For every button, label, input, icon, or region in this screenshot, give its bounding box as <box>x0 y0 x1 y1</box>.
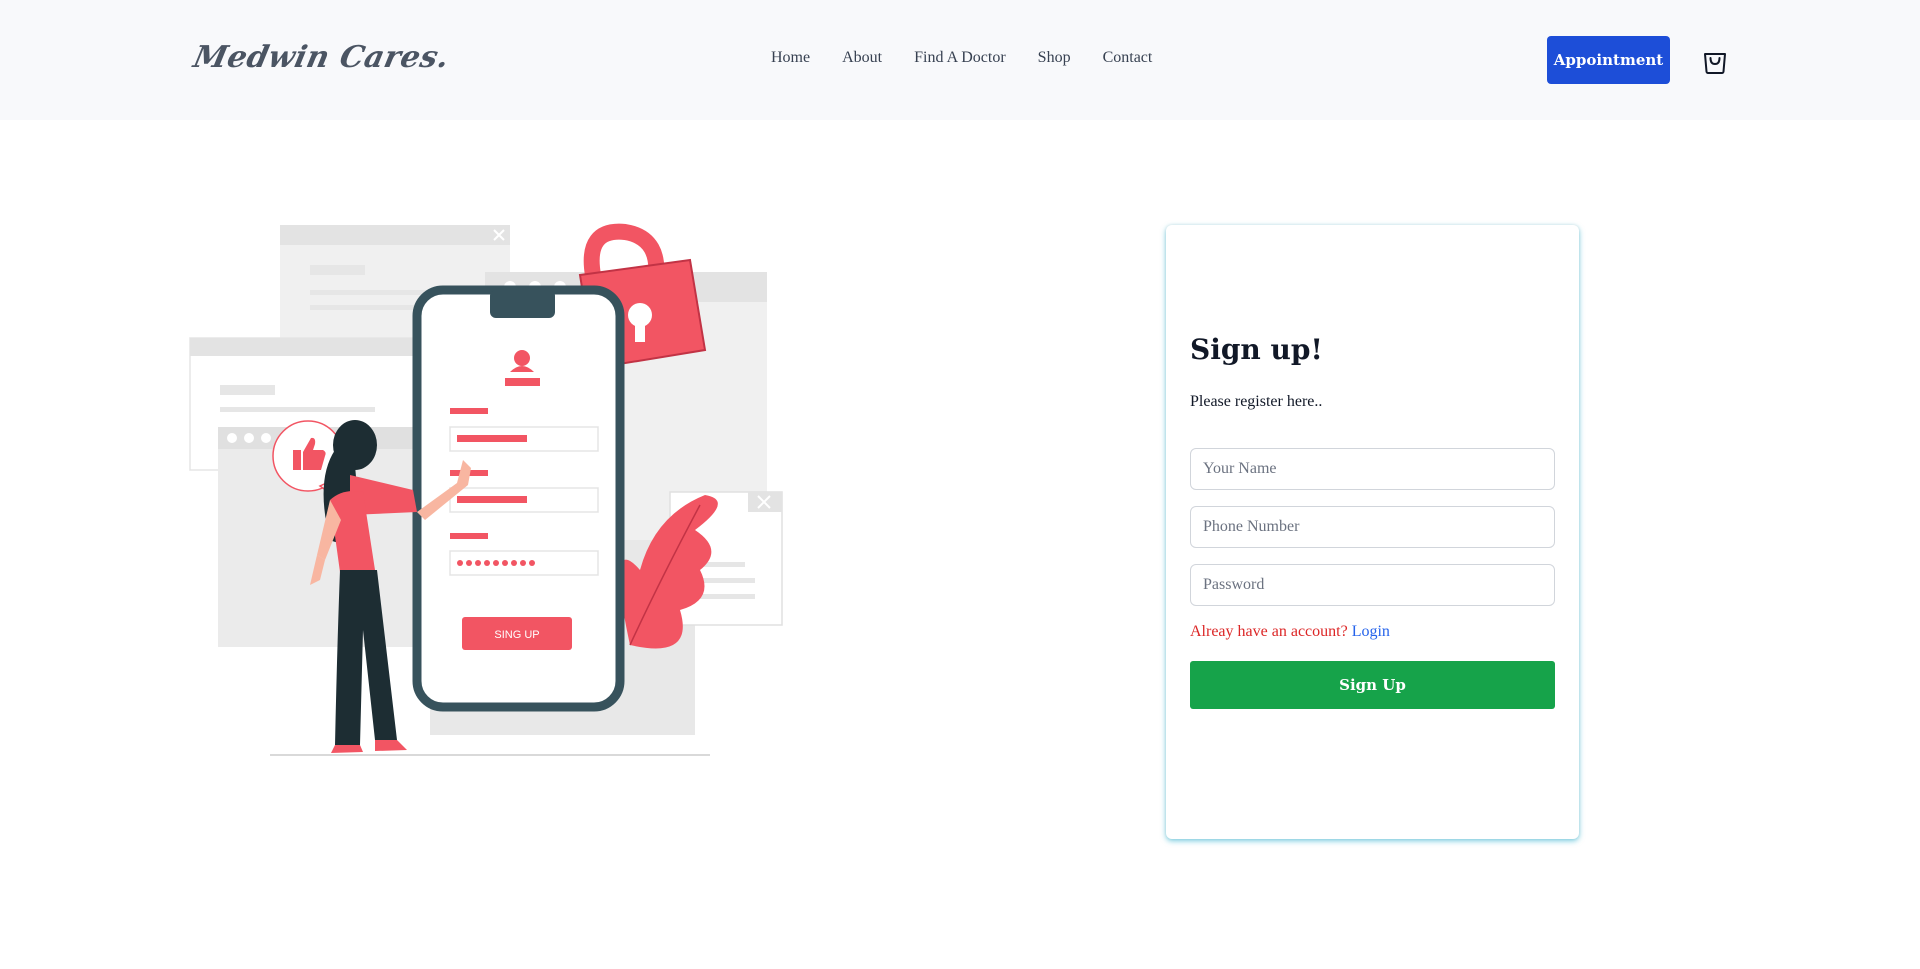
nav-link-find-a-doctor[interactable]: Find A Doctor <box>914 49 1006 67</box>
signup-subtitle: Please register here.. <box>1190 393 1323 410</box>
account-text: Alreay have an account? <box>1190 623 1348 640</box>
phone-signup-label: SING UP <box>494 629 539 641</box>
nav-link-about[interactable]: About <box>842 49 882 67</box>
site-logo[interactable]: Medwin Cares. <box>190 40 452 75</box>
login-link[interactable]: Login <box>1352 623 1390 640</box>
account-line: Alreay have an account? Login <box>1190 623 1390 641</box>
signup-button[interactable]: Sign Up <box>1190 661 1555 709</box>
name-input[interactable] <box>1190 448 1555 490</box>
signup-card: Sign up! Please register here.. Alreay h… <box>1166 225 1579 839</box>
signup-illustration: SING UP <box>189 223 783 756</box>
nav-link-home[interactable]: Home <box>771 49 810 67</box>
site-header: Medwin Cares. Home About Find A Doctor S… <box>0 0 1920 120</box>
nav-link-contact[interactable]: Contact <box>1103 49 1153 67</box>
main-nav: Home About Find A Doctor Shop Contact <box>771 49 1184 67</box>
phone-input[interactable] <box>1190 506 1555 548</box>
signup-title: Sign up! <box>1190 333 1323 366</box>
shopping-bag-icon[interactable] <box>1700 45 1730 75</box>
appointment-button[interactable]: Appointment <box>1547 36 1670 84</box>
nav-link-shop[interactable]: Shop <box>1038 49 1071 67</box>
password-input[interactable] <box>1190 564 1555 606</box>
